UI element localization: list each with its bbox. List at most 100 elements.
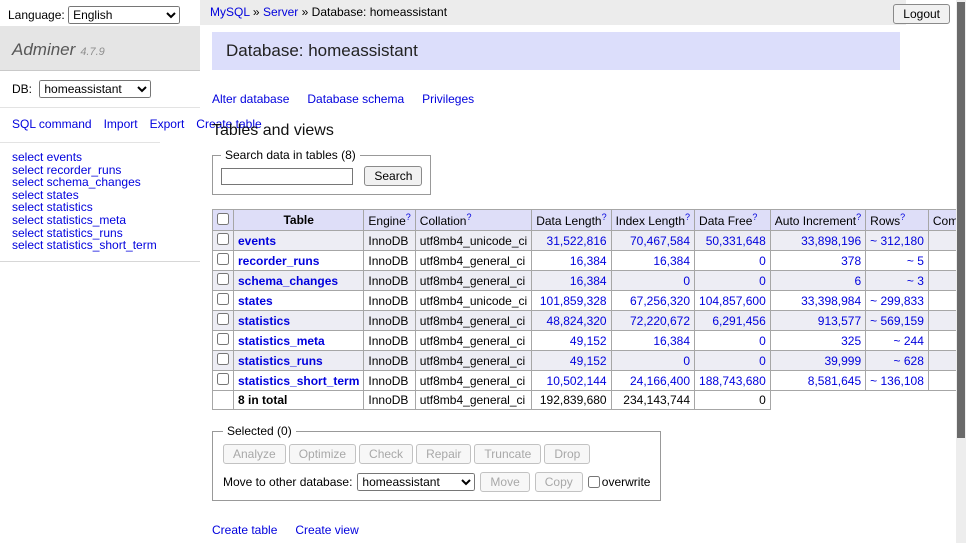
adminer-logo[interactable]: Adminer: [12, 40, 75, 59]
optimize-button[interactable]: Optimize: [289, 444, 356, 464]
move-button[interactable]: Move: [480, 472, 529, 492]
check-button[interactable]: Check: [359, 444, 413, 464]
data-free-value-link[interactable]: 104,857,600: [699, 294, 766, 308]
repair-button[interactable]: Repair: [416, 444, 471, 464]
auto-increment-value-link[interactable]: 33,398,984: [801, 294, 861, 308]
action-privileges-link[interactable]: Privileges: [422, 92, 474, 106]
doc-help-link[interactable]: ?: [752, 212, 757, 222]
data-length-value-link[interactable]: 10,502,144: [547, 374, 607, 388]
data-free-value-link[interactable]: 50,331,648: [706, 234, 766, 248]
sidebar-sql-command-link[interactable]: SQL command: [12, 117, 92, 131]
rows-value-link[interactable]: ~ 312,180: [870, 234, 924, 248]
index-length-value-link[interactable]: 72,220,672: [630, 314, 690, 328]
auto-increment-value-link[interactable]: 33,898,196: [801, 234, 861, 248]
search-button[interactable]: Search: [364, 166, 422, 186]
data-length-value-link[interactable]: 16,384: [570, 254, 607, 268]
action-create-table-link[interactable]: Create table: [212, 523, 277, 537]
auto-increment-value-link[interactable]: 325: [841, 334, 861, 348]
row-checkbox[interactable]: [217, 273, 229, 285]
index-length-value-link[interactable]: 70,467,584: [630, 234, 690, 248]
column-header-label: Collation: [420, 214, 467, 228]
index-length-value-link[interactable]: 67,256,320: [630, 294, 690, 308]
rows-value-link[interactable]: ~ 628: [894, 354, 924, 368]
engine-cell: InnoDB: [364, 271, 415, 291]
index-length-value-link[interactable]: 0: [683, 354, 690, 368]
doc-help-link[interactable]: ?: [685, 212, 690, 222]
data-length-value-link[interactable]: 101,859,328: [540, 294, 607, 308]
index-length-value-link[interactable]: 0: [683, 274, 690, 288]
total-data-length-cell: 192,839,680: [532, 391, 611, 410]
data-length-value-link[interactable]: 16,384: [570, 274, 607, 288]
auto-increment-value-link[interactable]: 913,577: [818, 314, 861, 328]
action-create-view-link[interactable]: Create view: [295, 523, 358, 537]
breadcrumb-server-link[interactable]: Server: [263, 5, 298, 19]
row-checkbox[interactable]: [217, 313, 229, 325]
search-input[interactable]: [221, 168, 353, 185]
index-length-value-link[interactable]: 24,166,400: [630, 374, 690, 388]
copy-button[interactable]: Copy: [535, 472, 583, 492]
overwrite-checkbox[interactable]: [588, 476, 600, 488]
row-checkbox[interactable]: [217, 293, 229, 305]
sidebar-select-statistics-short-term-link[interactable]: select statistics_short_term: [12, 238, 157, 252]
table-link-events[interactable]: events: [238, 234, 276, 248]
data-free-value-link[interactable]: 188,743,680: [699, 374, 766, 388]
table-row: statesInnoDButf8mb4_unicode_ci101,859,32…: [213, 291, 957, 311]
action-database-schema-link[interactable]: Database schema: [307, 92, 404, 106]
truncate-button[interactable]: Truncate: [474, 444, 541, 464]
doc-help-link[interactable]: ?: [856, 212, 861, 222]
doc-help-link[interactable]: ?: [602, 212, 607, 222]
table-link-schema-changes[interactable]: schema_changes: [238, 274, 338, 288]
table-name-cell: statistics_short_term: [234, 371, 364, 391]
sidebar-export-link[interactable]: Export: [150, 117, 185, 131]
data-free-value-link[interactable]: 0: [759, 334, 766, 348]
row-checkbox[interactable]: [217, 253, 229, 265]
data-free-value-link[interactable]: 0: [759, 354, 766, 368]
row-checkbox[interactable]: [217, 373, 229, 385]
language-select[interactable]: English: [68, 6, 180, 24]
sidebar-import-link[interactable]: Import: [104, 117, 138, 131]
collation-cell: utf8mb4_general_ci: [415, 271, 531, 291]
rows-value-link[interactable]: ~ 5: [907, 254, 924, 268]
data-length-value-link[interactable]: 49,152: [570, 334, 607, 348]
rows-value-link[interactable]: ~ 299,833: [870, 294, 924, 308]
index-length-value-link[interactable]: 16,384: [653, 254, 690, 268]
auto-increment-value-link[interactable]: 39,999: [824, 354, 861, 368]
data-free-value-link[interactable]: 0: [759, 274, 766, 288]
doc-help-link[interactable]: ?: [466, 212, 471, 222]
table-link-statistics-meta[interactable]: statistics_meta: [238, 334, 325, 348]
rows-value-link[interactable]: ~ 136,108: [870, 374, 924, 388]
check-all-checkbox[interactable]: [217, 213, 229, 225]
auto-increment-value-link[interactable]: 378: [841, 254, 861, 268]
column-header-label: Index Length: [616, 214, 685, 228]
rows-value-link[interactable]: ~ 244: [894, 334, 924, 348]
row-checkbox[interactable]: [217, 353, 229, 365]
db-select[interactable]: homeassistant: [39, 80, 151, 98]
action-alter-database-link[interactable]: Alter database: [212, 92, 289, 106]
index-length-value-link[interactable]: 16,384: [653, 334, 690, 348]
data-length-value-link[interactable]: 31,522,816: [547, 234, 607, 248]
doc-help-link[interactable]: ?: [900, 212, 905, 222]
breadcrumb-mysql-link[interactable]: MySQL: [210, 5, 250, 19]
table-link-states[interactable]: states: [238, 294, 273, 308]
data-length-value-link[interactable]: 49,152: [570, 354, 607, 368]
rows-value-link[interactable]: ~ 3: [907, 274, 924, 288]
move-db-select[interactable]: homeassistant: [357, 473, 475, 491]
table-link-statistics-runs[interactable]: statistics_runs: [238, 354, 323, 368]
data-free-value-link[interactable]: 6,291,456: [712, 314, 765, 328]
vertical-scrollbar[interactable]: [956, 0, 966, 543]
scrollbar-thumb[interactable]: [957, 2, 965, 438]
table-link-recorder-runs[interactable]: recorder_runs: [238, 254, 319, 268]
data-free-value-link[interactable]: 0: [759, 254, 766, 268]
row-checkbox[interactable]: [217, 233, 229, 245]
doc-help-link[interactable]: ?: [406, 212, 411, 222]
data-length-value-link[interactable]: 48,824,320: [547, 314, 607, 328]
rows-value-link[interactable]: ~ 569,159: [870, 314, 924, 328]
table-link-statistics[interactable]: statistics: [238, 314, 290, 328]
logout-button[interactable]: Logout: [893, 4, 950, 24]
table-link-statistics-short-term[interactable]: statistics_short_term: [238, 374, 359, 388]
auto-increment-value-link[interactable]: 6: [854, 274, 861, 288]
auto-increment-value-link[interactable]: 8,581,645: [808, 374, 861, 388]
analyze-button[interactable]: Analyze: [223, 444, 286, 464]
drop-button[interactable]: Drop: [544, 444, 590, 464]
row-checkbox[interactable]: [217, 333, 229, 345]
